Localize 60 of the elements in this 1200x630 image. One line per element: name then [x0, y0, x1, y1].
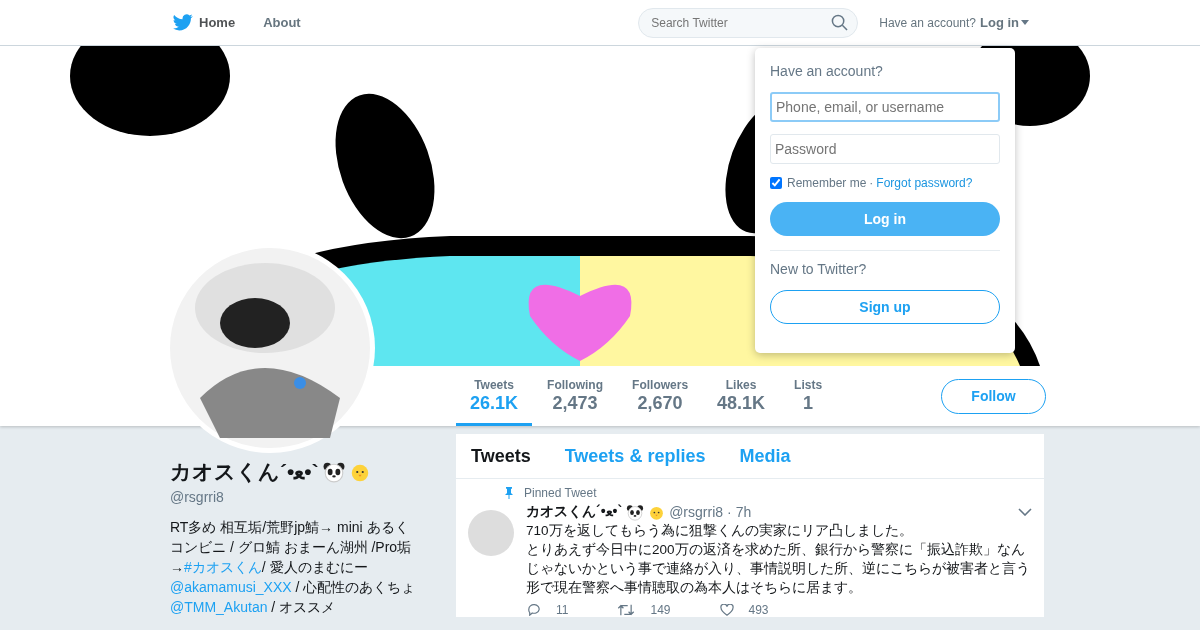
search-field[interactable]: Search Twitter	[638, 7, 859, 38]
username-field[interactable]: Phone, email, or username	[770, 92, 1000, 122]
profile-stat-tab[interactable]: Likes 48.1K	[703, 366, 780, 426]
profile-stat-tab[interactable]: Lists 1	[780, 366, 837, 426]
bio-link[interactable]: @TMM_Akutan	[170, 599, 268, 615]
follow-button[interactable]: Follow	[941, 378, 1046, 414]
pinned-label: Pinned Tweet	[524, 486, 597, 500]
separator-dot: ·	[869, 176, 874, 190]
profile-handle: @rsgrri8	[170, 489, 225, 505]
bio-link[interactable]: #カオスくん	[184, 559, 262, 575]
remember-label: Remember me	[787, 176, 867, 190]
profile-name: カオスくん´•ﻌ•`	[170, 459, 319, 485]
profile-stat-tab[interactable]: Tweets 26.1K	[456, 366, 533, 426]
account-prompt: Have an account?	[879, 15, 976, 30]
signup-prompt: New to Twitter?	[770, 261, 868, 277]
pin-icon	[504, 487, 514, 499]
stat-value: 48.1K	[717, 393, 766, 414]
stat-value: 26.1K	[470, 393, 519, 414]
separator-dot: ·	[727, 504, 732, 520]
dropdown-title: Have an account?	[770, 63, 884, 79]
search-icon[interactable]	[831, 13, 849, 31]
signup-button[interactable]: Sign up	[770, 290, 1000, 324]
profile-stat-tab[interactable]: Following 2,473	[533, 366, 618, 426]
remember-checkbox[interactable]	[770, 177, 782, 189]
action-count: 493	[748, 603, 769, 617]
tweet-text: とりあえず今日中に200万の返済を求めた所、銀行から警察に「振込詐欺」なんじゃないかという事で連絡が入り、事情説明した所、逆にこちらが被害者と言う形で現在警察へ事情聴取の為本人はそちらに居ます。	[526, 541, 1031, 597]
timeline-tab[interactable]: Tweets	[471, 445, 531, 467]
chevron-down-icon[interactable]	[1018, 508, 1032, 516]
bio-link[interactable]: @akamamusi_XXX	[170, 579, 292, 595]
tweet-time[interactable]: 7h	[735, 504, 752, 520]
tweet-text: 710万を返してもらう為に狙撃くんの実家にリア凸しました。	[526, 522, 914, 540]
stat-value: 1	[803, 393, 814, 414]
bird-logo-icon[interactable]	[173, 14, 193, 31]
stat-label: Tweets	[474, 378, 514, 392]
profile-bio: RT多め 相互垢/荒野jp鯖→ mini あるくコンビニ / グロ鯖 おまーん湖州 /Pro垢→#カオスくん/ 愛人のまむにー @akamamusi_XXX / 心配性のあくちょ @TMM_Akutan / オススメ	[170, 518, 417, 617]
timeline-tab[interactable]: Media	[739, 445, 791, 467]
nav-link[interactable]: About	[263, 15, 301, 30]
panda-icon	[321, 461, 346, 483]
profile-stat-tab[interactable]: Followers 2,670	[618, 366, 703, 426]
action-count: 149	[650, 603, 671, 617]
stat-value: 2,473	[552, 393, 598, 414]
login-menu-link[interactable]: Log in	[980, 15, 1029, 30]
login-button[interactable]: Log in	[770, 202, 1000, 236]
tweet-author-handle[interactable]: @rsgrri8	[669, 504, 724, 520]
caret-icon	[1021, 20, 1029, 25]
action-count: 11	[556, 603, 569, 617]
timeline-tab[interactable]: Tweets & replies	[564, 445, 706, 467]
stat-value: 2,670	[637, 393, 683, 414]
stat-label: Lists	[794, 378, 823, 392]
retweet-icon[interactable]	[616, 604, 637, 616]
stat-label: Following	[547, 378, 604, 392]
nav-link[interactable]: Home	[199, 15, 236, 30]
reply-icon[interactable]	[526, 604, 542, 616]
password-field[interactable]: Password	[770, 134, 1000, 164]
stat-label: Followers	[632, 378, 689, 392]
forgot-password-link[interactable]: Forgot password?	[876, 176, 973, 190]
panda-icon	[626, 503, 645, 521]
stat-label: Likes	[725, 378, 757, 392]
heart-icon[interactable]	[718, 604, 735, 616]
tweet-author-name[interactable]: カオスくん´•ﻌ•`	[526, 503, 623, 521]
